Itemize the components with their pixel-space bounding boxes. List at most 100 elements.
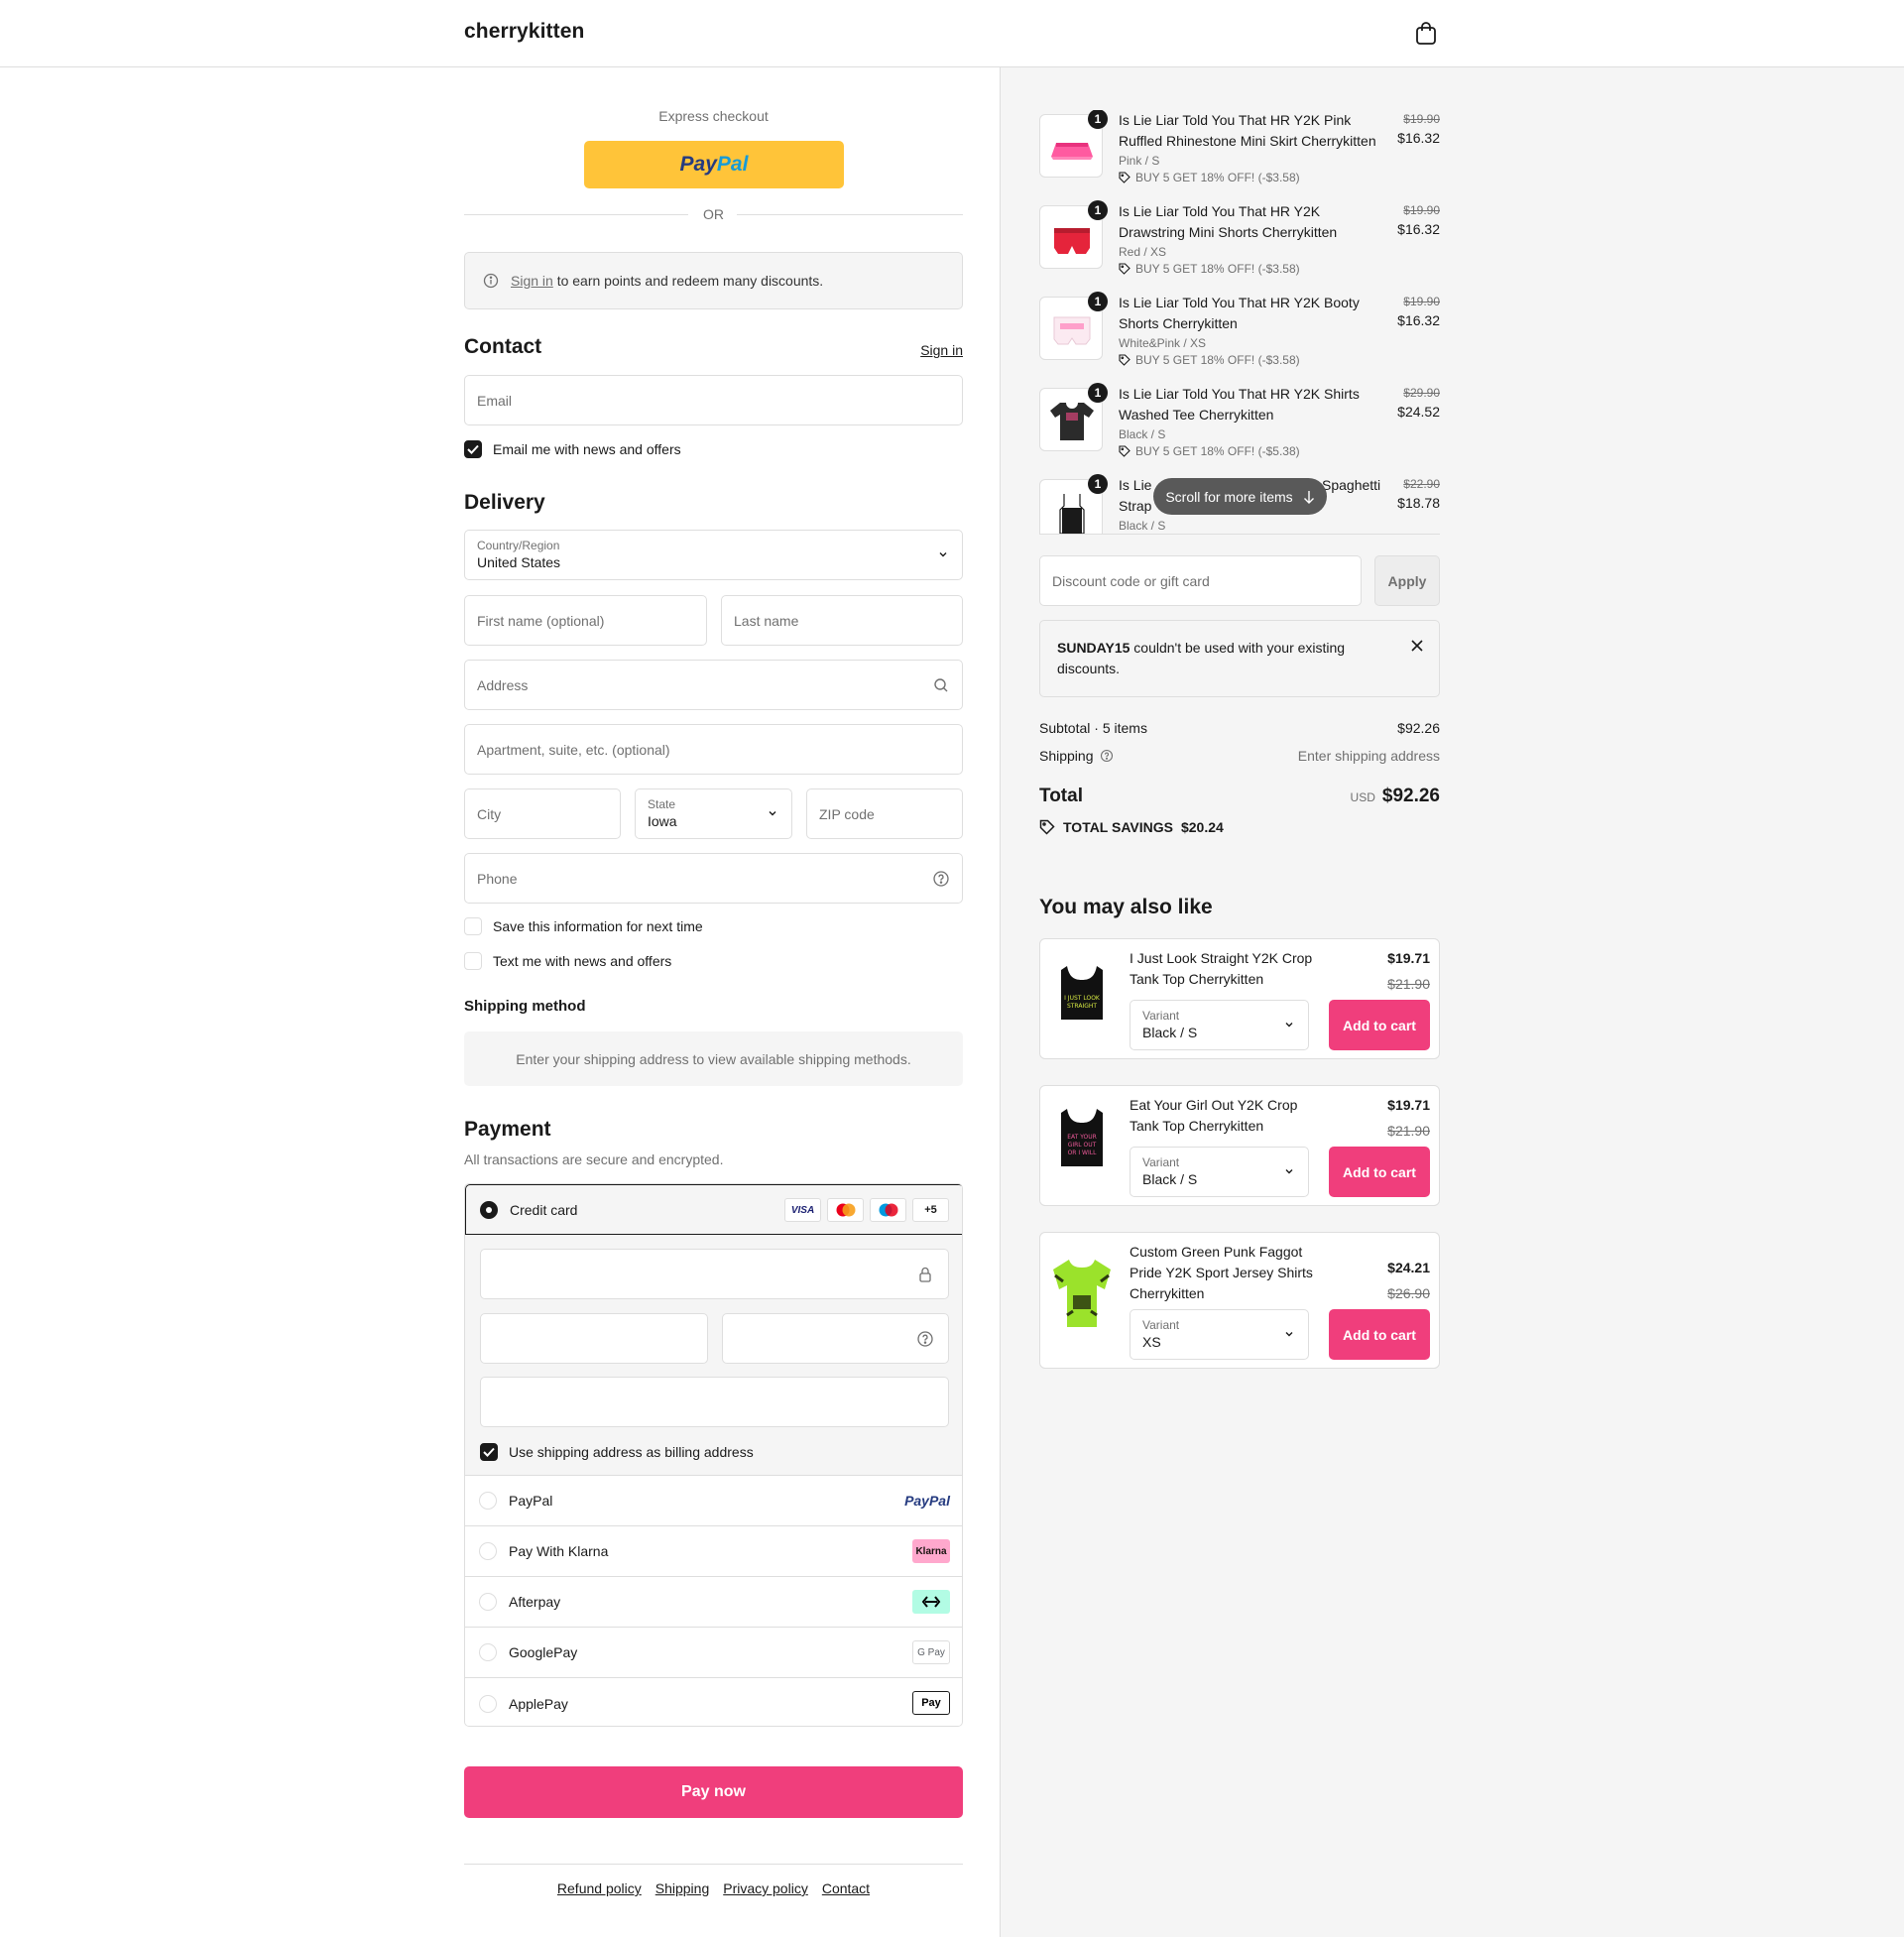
add-to-cart-button[interactable]: Add to cart [1329,1147,1430,1197]
item-name: Is Lie Liar Told You That HR Y2K Booty S… [1119,295,1360,331]
svg-text:I JUST LOOK: I JUST LOOK [1064,995,1101,1002]
radio-empty-icon[interactable] [479,1694,497,1713]
cart-items-list[interactable]: 1 Is Lie Liar Told You That HR Y2K Pink … [1039,110,1440,535]
text-me-checkbox[interactable]: Text me with news and offers [464,952,671,970]
info-icon [483,273,499,289]
recommendation-name[interactable]: I Just Look Straight Y2K Crop Tank Top C… [1130,948,1318,990]
card-number-field[interactable] [480,1249,949,1299]
apartment-input[interactable] [465,725,962,774]
variant-select[interactable]: Variant Black / S [1130,1000,1309,1050]
phone-field[interactable] [464,853,963,904]
product-thumbnail[interactable] [1043,1236,1121,1365]
radio-empty-icon[interactable] [479,1643,497,1661]
email-input[interactable] [465,376,962,424]
scroll-for-more-button[interactable]: Scroll for more items [1153,478,1327,515]
tag-icon [1039,819,1055,835]
save-info-checkbox[interactable]: Save this information for next time [464,917,703,935]
paypal-express-button[interactable]: PayPal [584,141,844,188]
recommendation-name[interactable]: Eat Your Girl Out Y2K Crop Tank Top Cher… [1130,1095,1318,1137]
afterpay-icon [912,1590,950,1614]
security-code-field[interactable] [722,1313,949,1364]
item-original-price: $19.90 [1403,112,1440,126]
first-name-field[interactable] [464,595,707,646]
name-on-card-field[interactable] [480,1377,949,1427]
refund-policy-link[interactable]: Refund policy [557,1880,642,1896]
recommendation-name[interactable]: Custom Green Punk Faggot Pride Y2K Sport… [1130,1242,1318,1304]
subtotal-label: Subtotal · 5 items [1039,720,1147,736]
checkbox-checked-icon[interactable] [464,440,482,458]
variant-select[interactable]: Variant XS [1130,1309,1309,1360]
pay-now-button[interactable]: Pay now [464,1766,963,1818]
last-name-field[interactable] [721,595,963,646]
phone-input[interactable] [465,854,962,903]
email-field[interactable] [464,375,963,425]
add-to-cart-button[interactable]: Add to cart [1329,1000,1430,1050]
first-name-input[interactable] [465,596,706,645]
discount-code-field[interactable] [1039,555,1362,606]
item-original-price: $19.90 [1403,203,1440,217]
discount-code-input[interactable] [1040,556,1361,605]
signin-link[interactable]: Sign in [511,273,553,289]
state-value: Iowa [648,813,677,829]
apartment-field[interactable] [464,724,963,775]
zip-field[interactable] [806,788,963,839]
klarna-option[interactable]: Pay With Klarna Klarna [465,1526,962,1577]
radio-empty-icon[interactable] [479,1593,497,1611]
last-name-input[interactable] [722,596,962,645]
add-to-cart-button[interactable]: Add to cart [1329,1309,1430,1360]
radio-selected-icon[interactable] [480,1200,498,1219]
store-logo[interactable]: cherrykitten [464,20,584,44]
tag-icon [1119,445,1130,457]
radio-empty-icon[interactable] [479,1492,497,1510]
footer-links: Refund policy Shipping Privacy policy Co… [464,1880,963,1896]
state-select[interactable]: State Iowa [635,788,792,839]
product-thumbnail[interactable]: EAT YOUR GIRL OUT OR I WILL [1043,1089,1121,1202]
zip-input[interactable] [807,789,962,838]
close-icon[interactable] [1411,640,1423,652]
item-variant: Red / XS [1119,245,1167,259]
paypal-option[interactable]: PayPal PayPal [465,1476,962,1526]
credit-card-option[interactable]: Credit card VISA +5 [465,1184,962,1235]
apply-discount-button[interactable]: Apply [1374,555,1440,606]
radio-empty-icon[interactable] [479,1542,497,1560]
contact-link[interactable]: Contact [822,1880,870,1896]
recommendation-price: $24.21 [1387,1260,1430,1275]
chevron-down-icon [769,811,776,816]
quantity-badge: 1 [1088,110,1108,129]
help-circle-icon[interactable] [932,870,950,888]
checkbox-empty-icon[interactable] [464,952,482,970]
billing-address-checkbox[interactable]: Use shipping address as billing address [480,1443,754,1461]
signin-banner-text: to earn points and redeem many discounts… [552,273,824,289]
applepay-option[interactable]: ApplePay Pay [465,1678,962,1726]
city-input[interactable] [465,789,620,838]
tag-icon [1119,263,1130,275]
help-circle-icon[interactable] [1100,749,1114,763]
savings-label: TOTAL SAVINGS [1063,819,1173,835]
svg-text:OR I WILL: OR I WILL [1068,1150,1098,1156]
cart-item: 1 Is Lie Liar Told You That HR Y2K Draws… [1039,200,1440,293]
email-news-checkbox[interactable]: Email me with news and offers [464,440,681,458]
privacy-policy-link[interactable]: Privacy policy [723,1880,808,1896]
shipping-method-message: Enter your shipping address to view avai… [464,1031,963,1086]
chevron-down-icon [1285,1332,1293,1337]
svg-text:EAT YOUR: EAT YOUR [1067,1134,1097,1141]
address-input[interactable] [465,661,962,709]
help-circle-icon[interactable] [916,1330,934,1348]
expiration-date-field[interactable] [480,1313,708,1364]
product-thumbnail[interactable]: I JUST LOOK STRAIGHT [1043,942,1121,1055]
item-discount: BUY 5 GET 18% OFF! (-$3.58) [1119,353,1300,367]
item-name: Is Lie Liar Told You That HR Y2K Pink Ru… [1119,112,1376,149]
shipping-link[interactable]: Shipping [655,1880,710,1896]
country-select[interactable]: Country/Region United States [464,530,963,580]
googlepay-option[interactable]: GooglePay G Pay [465,1628,962,1678]
shopping-bag-icon[interactable] [1415,22,1437,46]
city-field[interactable] [464,788,621,839]
address-field[interactable] [464,660,963,710]
checkbox-empty-icon[interactable] [464,917,482,935]
checkbox-checked-icon[interactable] [480,1443,498,1461]
contact-signin-link[interactable]: Sign in [920,342,963,358]
afterpay-option[interactable]: Afterpay [465,1577,962,1628]
item-discount: BUY 5 GET 18% OFF! (-$5.38) [1119,444,1300,458]
variant-select[interactable]: Variant Black / S [1130,1147,1309,1197]
credit-card-form: Use shipping address as billing address [465,1235,962,1476]
